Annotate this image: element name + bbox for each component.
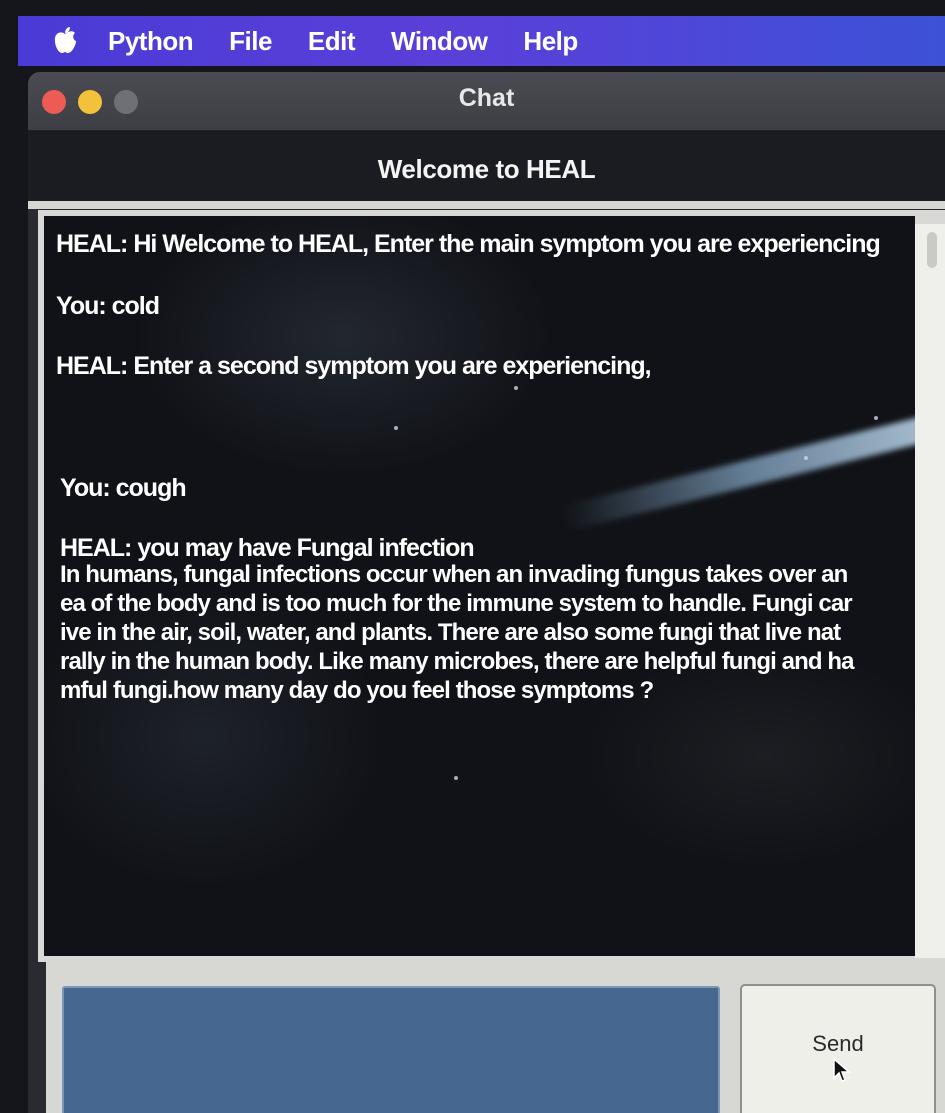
menu-help[interactable]: Help [523,26,578,57]
menu-bar: Python File Edit Window Help [18,16,945,66]
welcome-header: Welcome to HEAL [28,131,945,209]
background-star [804,456,808,460]
send-button-label: Send [812,1031,864,1056]
menu-file[interactable]: File [229,26,272,57]
user-message: You: cold [56,292,160,320]
chat-log[interactable]: HEAL: Hi Welcome to HEAL, Enter the main… [44,216,915,956]
chat-window: Chat Welcome to HEAL HEAL: Hi Welcome to… [28,72,945,1113]
heal-message: HEAL: Hi Welcome to HEAL, Enter the main… [56,230,881,258]
menu-window[interactable]: Window [391,26,488,57]
window-titlebar[interactable]: Chat [28,72,945,131]
background-star [394,426,398,430]
background-star [454,776,458,780]
chat-scrollbar[interactable] [915,224,945,958]
send-button[interactable]: Send [740,984,936,1113]
background-star [874,416,878,420]
header-title: Welcome to HEAL [377,153,596,184]
menu-edit[interactable]: Edit [308,26,356,57]
diagnosis-line: ea of the body and is too much for the i… [60,590,853,617]
scrollbar-thumb[interactable] [927,232,937,268]
diagnosis-text: In humans, fungal infections occur when … [60,560,915,705]
heal-message: HEAL: you may have Fungal infection [60,534,475,562]
message-input[interactable] [62,986,720,1113]
diagnosis-line: ive in the air, soil, water, and plants.… [60,619,841,646]
input-area: Send [46,962,945,1113]
user-message: You: cough [60,474,187,502]
apple-logo-icon[interactable] [52,26,78,56]
heal-message: HEAL: Enter a second symptom you are exp… [56,352,652,380]
diagnosis-line: mful fungi.how many day do you feel thos… [60,677,654,704]
window-title: Chat [458,84,515,112]
diagnosis-line: In humans, fungal infections occur when … [60,561,848,588]
background-star [514,386,518,390]
mouse-pointer-icon [833,1058,852,1082]
background-light-streak [560,404,915,532]
chat-frame: HEAL: Hi Welcome to HEAL, Enter the main… [38,210,945,962]
menu-python[interactable]: Python [108,26,194,57]
diagnosis-line: rally in the human body. Like many micro… [60,648,854,675]
